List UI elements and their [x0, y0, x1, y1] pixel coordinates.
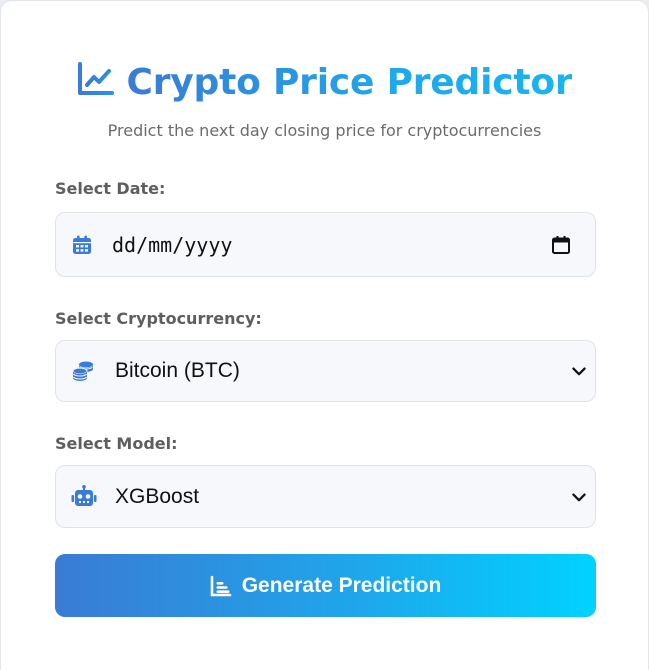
predictor-card: Crypto Price Predictor Predict the next …: [0, 0, 649, 670]
date-placeholder: dd/mm/yyyy: [112, 232, 233, 257]
generate-prediction-button[interactable]: Generate Prediction: [55, 554, 596, 617]
crypto-label: Select Cryptocurrency:: [55, 309, 262, 328]
chevron-down-icon: [572, 367, 586, 376]
page-title: Crypto Price Predictor: [126, 61, 573, 103]
model-select[interactable]: XGBoost: [55, 465, 596, 528]
crypto-selected-value: Bitcoin (BTC): [115, 359, 240, 382]
chart-line-icon: [77, 62, 114, 95]
calendar-icon: [73, 235, 91, 254]
crypto-select[interactable]: Bitcoin (BTC): [55, 340, 596, 402]
coins-icon: [72, 361, 93, 381]
calendar-picker-icon[interactable]: [551, 235, 571, 255]
generate-prediction-label: Generate Prediction: [241, 573, 442, 597]
bar-chart-icon: [210, 575, 232, 596]
header: Crypto Price Predictor: [1, 57, 648, 107]
date-input[interactable]: dd/mm/yyyy: [55, 212, 596, 277]
page-subtitle: Predict the next day closing price for c…: [107, 121, 542, 140]
model-label: Select Model:: [55, 434, 178, 453]
chevron-down-icon: [572, 492, 586, 501]
model-selected-value: XGBoost: [115, 484, 200, 508]
robot-icon: [71, 484, 97, 506]
date-label: Select Date:: [55, 179, 166, 198]
